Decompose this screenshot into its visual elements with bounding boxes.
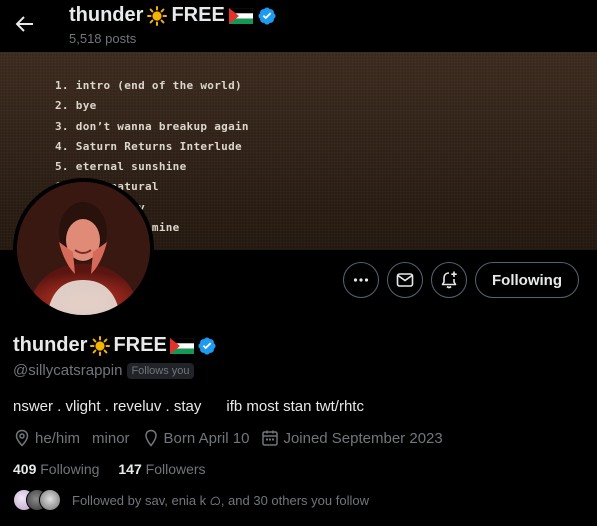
profile-name: thunder FREE <box>13 334 217 357</box>
profile-bio: nswer . vlight . reveluv . stay ifb most… <box>13 398 364 415</box>
profile-name-text: thunder <box>13 334 88 356</box>
top-bar: thunder FREE 5,518 posts <box>0 0 597 52</box>
back-arrow-icon[interactable] <box>12 12 36 36</box>
following-button[interactable]: Following <box>475 262 579 298</box>
message-button[interactable] <box>387 262 423 298</box>
avatar <box>39 489 61 511</box>
verified-badge-icon[interactable] <box>197 336 217 356</box>
posts-count: 5,518 posts <box>69 31 137 46</box>
track-item: 1. intro (end of the world) <box>55 79 242 92</box>
profile-name-suffix: FREE <box>113 334 167 356</box>
followed-by-avatars <box>13 489 63 511</box>
header-name-suffix: FREE <box>171 4 225 26</box>
followers-count: 147 <box>118 461 142 477</box>
verified-badge-icon <box>258 6 276 25</box>
message-icon <box>396 273 414 287</box>
following-count-link[interactable]: 409 Following <box>13 461 99 477</box>
palestine-flag-icon <box>169 337 194 354</box>
notify-button[interactable] <box>431 262 467 298</box>
followers-count-link[interactable]: 147 Followers <box>118 461 205 477</box>
location-text: minor <box>92 429 130 447</box>
more-icon <box>353 278 369 282</box>
follow-counts: 409 Following 147 Followers <box>13 461 225 477</box>
following-count-label: Following <box>40 461 100 477</box>
track-item: 5. eternal sunshine <box>55 160 187 174</box>
track-item: 3. don’t wanna breakup again <box>55 119 249 133</box>
profile-avatar[interactable] <box>13 178 154 319</box>
location-text-item: minor <box>92 430 130 447</box>
header-title: thunder FREE <box>69 4 277 27</box>
pronouns-item: he/him <box>13 429 80 447</box>
calendar-icon <box>262 430 279 446</box>
notify-icon <box>441 271 457 289</box>
track-item: 2. bye <box>55 99 97 113</box>
sun-emoji-icon <box>90 335 111 356</box>
followers-count-label: Followers <box>145 461 206 477</box>
avatar-photo <box>17 182 150 315</box>
header-name: thunder <box>69 4 144 26</box>
joined-item: Joined September 2023 <box>261 429 443 447</box>
followed-by-row[interactable]: Followed by sav, enia k ᜊ, and 30 others… <box>13 489 369 511</box>
follows-you-badge: Follows you <box>127 362 194 379</box>
joined-text: Joined September 2023 <box>283 429 443 447</box>
sun-emoji-icon <box>147 5 168 26</box>
birthday-text: Born April 10 <box>163 429 250 447</box>
pronouns-icon <box>15 429 29 447</box>
handle-row: @sillycatsrappin Follows you <box>13 362 194 379</box>
palestine-flag-icon <box>228 7 253 24</box>
profile-meta: he/him minor Born April 10 Joined Septem… <box>13 429 455 447</box>
pronouns-text: he/him <box>35 429 81 447</box>
more-button[interactable] <box>343 262 379 298</box>
location-icon <box>144 429 157 447</box>
birthday-item: Born April 10 <box>142 429 250 447</box>
profile-handle: @sillycatsrappin <box>13 362 123 379</box>
track-item: 4. Saturn Returns Interlude <box>55 139 242 153</box>
following-count: 409 <box>13 461 37 477</box>
followed-by-text: Followed by sav, enia k ᜊ, and 30 others… <box>72 493 369 508</box>
